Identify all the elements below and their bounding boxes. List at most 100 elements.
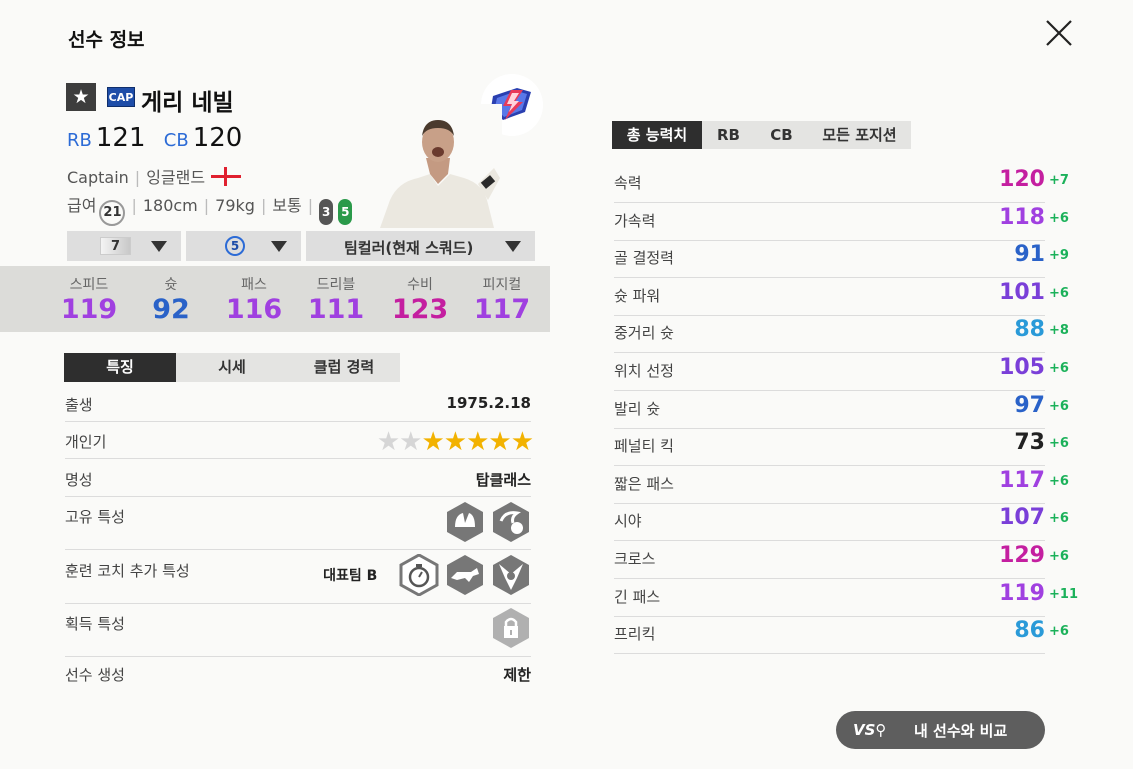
attribute-value: 101 [999,279,1045,305]
grade-dropdown[interactable]: 7 [67,231,181,261]
creation-label: 선수 생성 [65,666,125,684]
acquired-traits-label: 획득 특성 [65,615,125,633]
unique-traits-row: 고유 특성 [65,502,531,550]
popularity-row: 개인기 ★★★★★★★ [65,427,534,459]
stat-label: 패스 [241,277,267,293]
stat-label: 스피드 [69,277,109,293]
attribute-delta: +6 [1049,210,1069,226]
tab-club-history[interactable]: 클럽 경력 [288,353,400,382]
attribute-name: 발리 슛 [614,399,661,418]
attribute-value: 120 [999,167,1045,192]
left-foot-badge: 3 [319,199,334,225]
lock-icon[interactable] [491,607,531,649]
nation-name: 잉글랜드 [146,168,206,187]
creation-row: 선수 생성 제한 [65,664,531,690]
team-color-dropdown[interactable]: 팀컬러(현재 스쿼드) [306,231,535,261]
attribute-delta: +9 [1049,248,1069,264]
detail-tabs: 특징 시세 클럽 경력 [64,353,400,382]
stat-value: 111 [307,294,365,325]
attribute-name: 짧은 패스 [614,474,674,493]
player-name: 게리 네빌 [141,90,234,116]
coach-traits-label: 훈련 코치 추가 특성 [65,562,190,580]
stat-label: 수비 [407,277,433,293]
enhance-dropdown[interactable]: 5 [186,231,301,261]
popularity-stars: ★★★★★★★ [376,427,534,457]
attribute-row: 속력 120 +7 [614,166,1069,203]
unique-traits-icons [444,501,531,543]
attribute-value: 105 [999,355,1045,380]
attribute-row: 프리킥 86 +6 [614,617,1069,655]
trait-stopwatch-icon[interactable] [399,554,439,596]
attribute-value: 91 [1014,242,1045,268]
unique-traits-label: 고유 특성 [65,508,125,526]
close-icon[interactable] [1044,18,1074,48]
tab-traits[interactable]: 특징 [64,353,176,382]
trait-ball-swirl-icon[interactable] [491,501,531,543]
dropdown-arrow-icon [505,241,521,252]
player-photo [378,104,502,228]
compare-button[interactable]: VS⚲ 내 선수와 비교 [836,711,1045,749]
star-icon: ★ [466,427,489,457]
attribute-row: 크로스 129 +6 [614,542,1069,579]
position-ovr: 121 [95,123,146,153]
tab-cb[interactable]: CB [755,121,808,149]
attribute-row: 시야 107 +6 [614,504,1069,542]
stat-value: 123 [391,294,449,325]
stat-shooting: 슛 92 [136,274,206,326]
attribute-value: 117 [999,467,1045,493]
attribute-name: 슛 파워 [614,286,661,305]
reputation-value: 탑클래스 [475,471,531,489]
attribute-value: 129 [999,543,1045,568]
attribute-name: 중거리 슛 [614,324,674,343]
page-title: 선수 정보 [68,29,145,51]
attribute-value: 118 [999,204,1045,230]
attribute-tabs: 총 능력치 RB CB 모든 포지션 [612,121,911,149]
reputation-row: 명성 탑클래스 [65,469,531,497]
attribute-row: 긴 패스 119 +11 [614,580,1078,617]
attribute-delta: +6 [1049,549,1069,564]
trait-shield-icon[interactable] [491,554,531,596]
attribute-value: 86 [1014,618,1045,644]
attribute-delta: +6 [1049,473,1069,489]
attribute-row: 슛 파워 101 +6 [614,279,1069,316]
attribute-row: 짧은 패스 117 +6 [614,467,1069,504]
star-icon: ★ [376,427,400,457]
attribute-delta: +6 [1049,511,1069,527]
attribute-name: 페널티 킥 [614,437,674,456]
grade-star-icon: ★ [66,83,96,111]
star-icon: ★ [399,427,422,457]
height: 180cm [142,196,198,215]
attribute-delta: +6 [1049,361,1069,376]
attribute-name: 긴 패스 [614,587,661,606]
attribute-delta: +7 [1049,173,1069,188]
attribute-delta: +8 [1049,323,1069,339]
birth-label: 출생 [65,396,93,414]
acquired-traits-icons [490,607,531,649]
star-icon: ★ [443,427,467,457]
tab-all-positions[interactable]: 모든 포지션 [808,121,911,149]
creation-value: 제한 [503,666,531,684]
stat-value: 119 [60,294,118,325]
tab-total-stats[interactable]: 총 능력치 [612,121,702,149]
reputation-label: 명성 [65,471,93,489]
summary-stats: 스피드 119 슛 92 패스 116 드리블 111 수비 123 피지컬 117 [0,266,550,332]
tab-price[interactable]: 시세 [176,353,288,382]
trait-cheetah-icon[interactable] [445,554,485,596]
attribute-row: 골 결정력 91 +9 [614,241,1069,279]
weight: 79kg [215,196,255,215]
attribute-name: 크로스 [614,550,656,568]
stat-passing: 패스 116 [219,274,289,326]
attribute-value: 73 [1014,430,1045,456]
attribute-delta: +6 [1049,285,1069,301]
vs-search-icon: VS⚲ [853,721,887,739]
star-icon: ★ [421,427,444,457]
dropdown-arrow-icon [271,241,287,252]
tab-rb[interactable]: RB [702,121,755,149]
stat-physical: 피지컬 117 [467,274,537,326]
physical-info-line: 급여 21 | 180cm | 79kg | 보통 | 3 5 [67,192,353,226]
trait-hands-icon[interactable] [445,501,485,543]
coach-traits-value: 대표팀 B [323,568,378,584]
attribute-delta: +6 [1049,436,1069,452]
attribute-name: 골 결정력 [614,249,674,268]
club-nation-line: Captain | 잉글랜드 [67,164,242,188]
